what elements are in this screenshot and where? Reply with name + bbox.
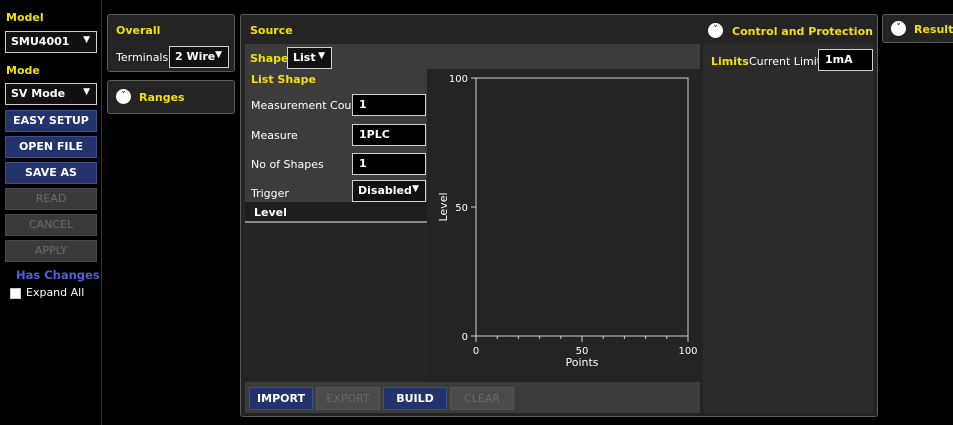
trigger-select[interactable]: Disabled ▼ [352, 180, 426, 202]
terminals-value: 2 Wire [175, 50, 216, 63]
chevron-down-icon: ▼ [215, 50, 222, 60]
cancel-button[interactable]: CANCEL [5, 214, 97, 236]
list-shape-title: List Shape [251, 73, 316, 86]
results-title: Results [914, 23, 953, 36]
has-changes-label: Has Changes [16, 268, 100, 282]
shape-label: Shape [250, 52, 289, 65]
clear-button[interactable]: CLEAR [450, 387, 514, 410]
terminals-label: Terminals [116, 51, 169, 64]
shape-value: List [293, 51, 316, 64]
ranges-title: Ranges [139, 91, 185, 104]
overall-panel: Overall Terminals 2 Wire ▼ [107, 14, 235, 72]
no-of-shapes-input[interactable]: 1 [352, 153, 426, 175]
results-panel[interactable]: ˅ Results [882, 14, 953, 43]
mode-select[interactable]: SV Mode ▼ [5, 83, 97, 105]
chevron-down-icon[interactable]: ˅ [708, 23, 723, 38]
trigger-value: Disabled [358, 184, 412, 197]
overall-title: Overall [116, 24, 161, 37]
x-tick-label: 0 [473, 346, 479, 357]
mode-value: SV Mode [11, 87, 66, 100]
export-button[interactable]: EXPORT [316, 387, 380, 410]
open-file-button[interactable]: OPEN FILE [5, 136, 97, 158]
source-title: Source [250, 24, 293, 37]
apply-button[interactable]: APPLY [5, 240, 97, 262]
control-protection-title: Control and Protection [732, 25, 873, 38]
level-points-chart: 0501000 50 100PointsLevel [437, 74, 698, 369]
y-tick-label: 50 [455, 203, 468, 214]
x-axis-label: Points [565, 356, 598, 369]
current-limit-input[interactable]: 1mA [818, 49, 873, 71]
model-label: Model [6, 11, 44, 24]
expand-all-checkbox[interactable] [10, 288, 21, 299]
measurement-count-label: Measurement Count [251, 99, 363, 112]
level-header: Level [245, 202, 427, 223]
control-inner: Limits Current Limit 1mA [703, 44, 873, 413]
chevron-down-icon[interactable]: ˅ [116, 89, 131, 104]
save-as-button[interactable]: SAVE AS [5, 162, 97, 184]
ranges-panel[interactable]: ˅ Ranges [107, 80, 235, 114]
y-tick-label: 0 [462, 332, 468, 343]
model-value: SMU4001 [11, 35, 70, 48]
chevron-down-icon: ▼ [83, 35, 90, 45]
no-of-shapes-label: No of Shapes [251, 158, 324, 171]
limits-label: Limits [711, 55, 749, 68]
chevron-down-icon: ▼ [412, 184, 419, 194]
model-select[interactable]: SMU4001 ▼ [5, 31, 97, 53]
measure-label: Measure [251, 129, 298, 142]
read-button[interactable]: READ [5, 188, 97, 210]
bottom-bar: IMPORT EXPORT BUILD CLEAR [245, 384, 700, 413]
chevron-down-icon[interactable]: ˅ [891, 21, 906, 36]
measurement-count-input[interactable]: 1 [352, 94, 426, 116]
terminals-select[interactable]: 2 Wire ▼ [169, 46, 229, 68]
easy-setup-button[interactable]: EASY SETUP [5, 110, 97, 132]
sidebar: Model SMU4001 ▼ Mode SV Mode ▼ EASY SETU… [0, 0, 102, 425]
plot-frame [475, 77, 689, 337]
source-inner: Shape List ▼ List Shape Measurement Coun… [245, 44, 700, 413]
y-tick-label: 100 [449, 74, 468, 85]
chevron-down-icon: ▼ [83, 87, 90, 97]
level-table: Level [245, 202, 427, 382]
source-panel: Source Shape List ▼ List Shape Measureme… [240, 14, 878, 417]
current-limit-label: Current Limit [749, 55, 822, 68]
chevron-down-icon: ▼ [318, 51, 325, 61]
build-button[interactable]: BUILD [383, 387, 447, 410]
expand-all-label: Expand All [26, 286, 85, 299]
y-axis-label: Level [437, 192, 450, 221]
mode-label: Mode [6, 64, 40, 77]
x-tick-label: 100 [678, 346, 697, 357]
import-button[interactable]: IMPORT [249, 387, 313, 410]
level-header-label: Level [254, 206, 287, 219]
measure-input[interactable]: 1PLC [352, 124, 426, 146]
trigger-label: Trigger [251, 187, 289, 200]
chart-area: 0 50 100 0 50 100 Points Level [427, 69, 700, 382]
shape-select[interactable]: List ▼ [287, 47, 332, 69]
